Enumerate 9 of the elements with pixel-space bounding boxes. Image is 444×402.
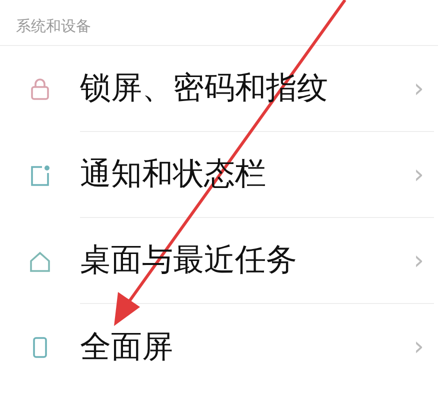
setting-label[interactable]: 全面屏 bbox=[80, 324, 173, 370]
chevron-icon: › bbox=[414, 162, 424, 188]
chevron-icon: › bbox=[414, 76, 424, 102]
home-icon bbox=[28, 249, 52, 273]
chevron-icon: › bbox=[414, 248, 424, 274]
section-title: 系统和设备 bbox=[16, 17, 91, 35]
lock-icon bbox=[28, 77, 52, 101]
notification-icon bbox=[28, 163, 52, 187]
chevron-icon: › bbox=[414, 334, 424, 360]
